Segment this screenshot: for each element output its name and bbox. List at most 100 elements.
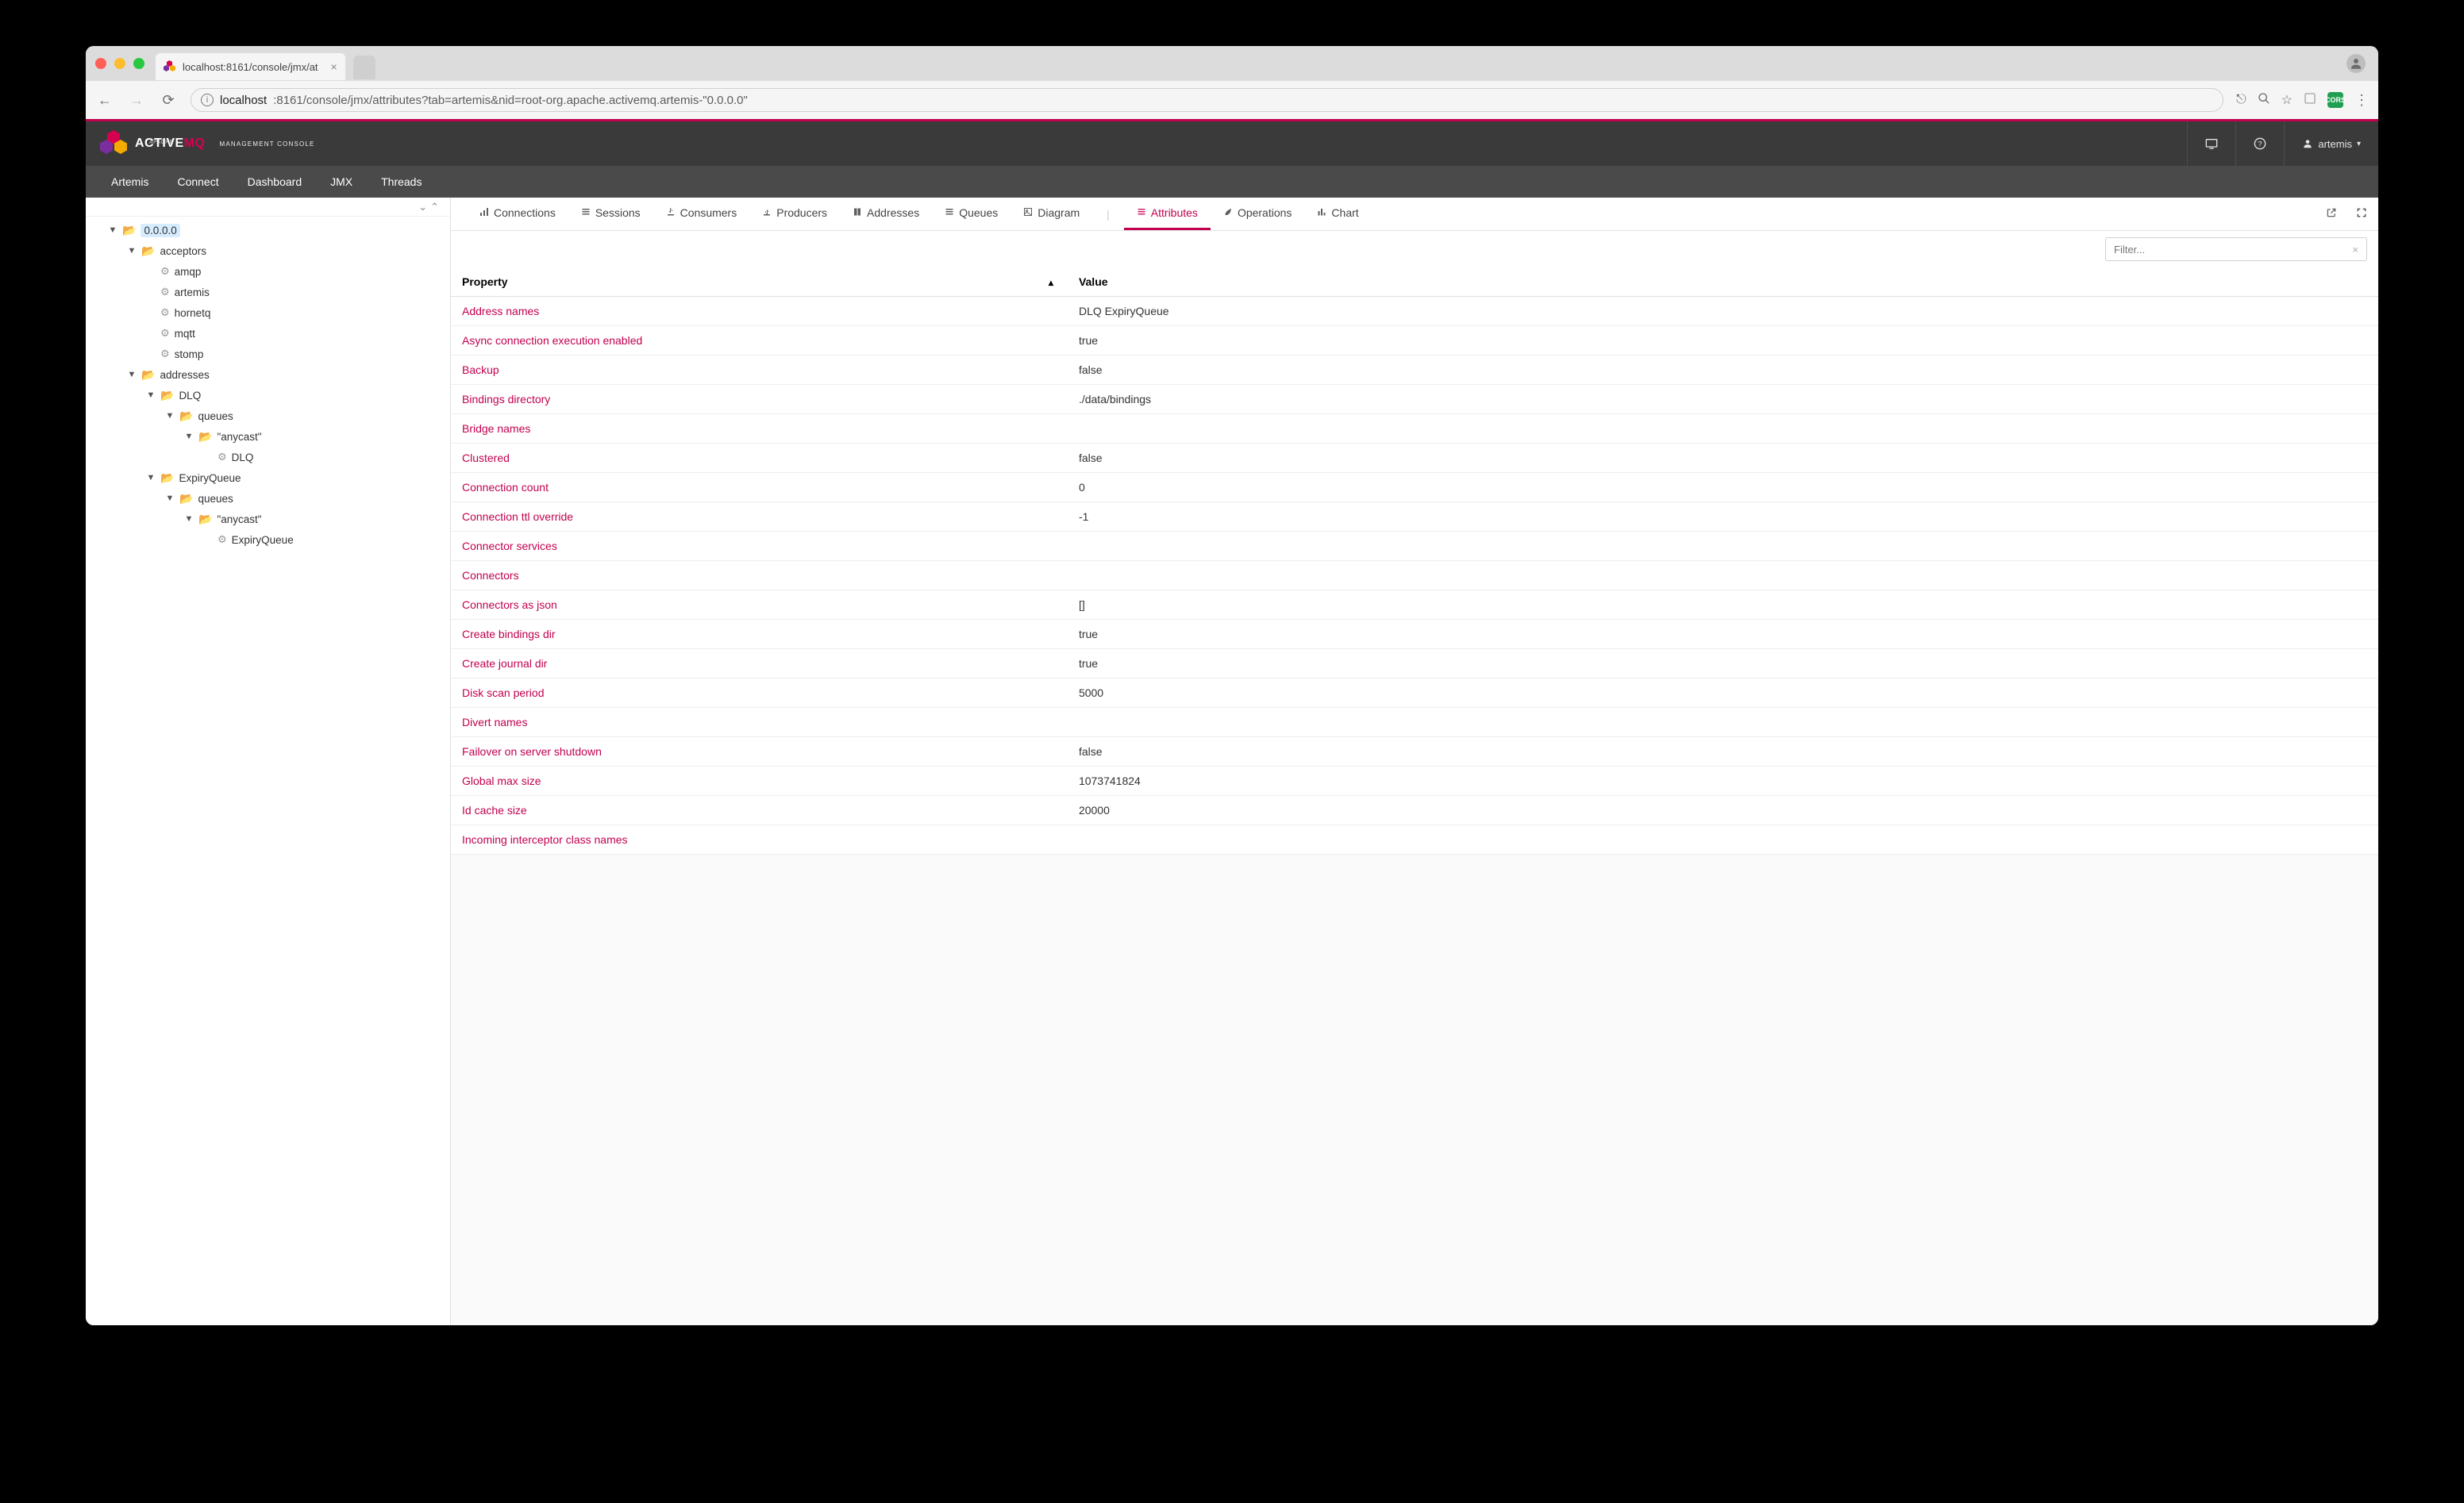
tree-leaf-amqp[interactable]: ⚙amqp <box>94 261 442 282</box>
nav-item-connect[interactable]: Connect <box>163 166 233 198</box>
nav-back-button[interactable]: ← <box>95 92 114 109</box>
tree-folder-queues[interactable]: 📂queues <box>94 406 442 426</box>
address-bar[interactable]: i localhost:8161/console/jmx/attributes?… <box>191 88 2223 112</box>
chevron-down-icon[interactable] <box>184 514 194 524</box>
window-close-button[interactable] <box>95 58 106 69</box>
chevron-down-icon[interactable] <box>146 473 156 482</box>
browser-menu-icon[interactable]: ⋮ <box>2354 92 2369 109</box>
browser-tab[interactable]: localhost:8161/console/jmx/at × <box>156 53 345 80</box>
tab-close-icon[interactable]: × <box>331 60 337 73</box>
fullscreen-icon[interactable] <box>2356 207 2367 221</box>
tree-leaf-artemis[interactable]: ⚙artemis <box>94 282 442 302</box>
property-link[interactable]: Connector services <box>462 540 557 552</box>
tab-connections[interactable]: Connections <box>467 198 568 230</box>
tab-attributes[interactable]: Attributes <box>1124 198 1211 230</box>
tree-leaf-hornetq[interactable]: ⚙hornetq <box>94 302 442 323</box>
tree-folder-expiryqueue[interactable]: 📂ExpiryQueue <box>94 467 442 488</box>
property-link[interactable]: Backup <box>462 363 499 376</box>
table-row: Create journal dirtrue <box>451 649 2378 678</box>
property-link[interactable]: Connectors <box>462 569 519 582</box>
chevron-down-icon[interactable] <box>146 390 156 400</box>
bookmark-star-icon[interactable]: ☆ <box>2281 92 2293 108</box>
tree-node-label: artemis <box>175 286 210 298</box>
property-link[interactable]: Bridge names <box>462 422 530 435</box>
reader-icon[interactable] <box>2304 92 2316 109</box>
search-icon[interactable] <box>2258 92 2270 109</box>
tab-operations[interactable]: Operations <box>1211 198 1304 230</box>
app-header: APACHE ACTIVEMQ MANAGEMENT CONSOLE ? art… <box>86 121 2378 166</box>
tree-folder-queues[interactable]: 📂queues <box>94 488 442 509</box>
tree-leaf-stomp[interactable]: ⚙stomp <box>94 344 442 364</box>
col-value-header[interactable]: Value <box>1068 267 2378 297</box>
site-info-icon[interactable]: i <box>201 94 214 106</box>
property-link[interactable]: Clustered <box>462 452 510 464</box>
nav-item-jmx[interactable]: JMX <box>316 166 367 198</box>
nav-item-artemis[interactable]: Artemis <box>97 166 163 198</box>
tab-label: Diagram <box>1038 206 1080 219</box>
app-logo[interactable]: APACHE ACTIVEMQ MANAGEMENT CONSOLE <box>100 130 315 157</box>
gear-icon: ⚙ <box>160 348 170 360</box>
tab-label: Sessions <box>595 206 641 219</box>
window-maximize-button[interactable] <box>133 58 144 69</box>
property-link[interactable]: Global max size <box>462 775 541 787</box>
property-link[interactable]: Connection ttl override <box>462 510 573 523</box>
tab-label: Operations <box>1238 206 1292 219</box>
property-link[interactable]: Create journal dir <box>462 657 547 670</box>
header-user-menu[interactable]: artemis ▾ <box>2284 121 2378 166</box>
table-row: Divert names <box>451 708 2378 737</box>
tab-producers[interactable]: Producers <box>749 198 840 230</box>
new-tab-button[interactable] <box>353 56 375 79</box>
property-link[interactable]: Failover on server shutdown <box>462 745 602 758</box>
chevron-down-icon[interactable] <box>165 411 175 421</box>
tree-collapse-icon[interactable]: ⌄ <box>418 201 427 213</box>
property-link[interactable]: Create bindings dir <box>462 628 556 640</box>
popout-icon[interactable] <box>2326 207 2337 221</box>
chevron-down-icon[interactable] <box>108 225 117 235</box>
tree-folder-addresses[interactable]: 📂addresses <box>94 364 442 385</box>
filter-input-wrapper: × <box>2105 237 2367 261</box>
tree-folder-acceptors[interactable]: 📂acceptors <box>94 240 442 261</box>
tab-diagram[interactable]: Diagram <box>1011 198 1092 230</box>
nav-forward-button[interactable]: → <box>127 92 146 109</box>
tree-leaf-dlq[interactable]: ⚙DLQ <box>94 447 442 467</box>
filter-input[interactable] <box>2106 244 2352 256</box>
tree-folder-0-0-0-0[interactable]: 📂0.0.0.0 <box>94 220 442 240</box>
property-link[interactable]: Address names <box>462 305 539 317</box>
property-link[interactable]: Disk scan period <box>462 686 545 699</box>
property-link[interactable]: Bindings directory <box>462 393 550 406</box>
property-link[interactable]: Async connection execution enabled <box>462 334 642 347</box>
property-link[interactable]: Connectors as json <box>462 598 557 611</box>
upload-icon <box>762 207 772 219</box>
tab-queues[interactable]: Queues <box>932 198 1011 230</box>
property-link[interactable]: Connection count <box>462 481 549 494</box>
tree-folder-dlq[interactable]: 📂DLQ <box>94 385 442 406</box>
chevron-down-icon[interactable] <box>127 246 137 256</box>
property-link[interactable]: Divert names <box>462 716 527 728</box>
tab-sessions[interactable]: Sessions <box>568 198 653 230</box>
tree-folder--anycast-[interactable]: 📂"anycast" <box>94 509 442 529</box>
header-terminal-icon[interactable] <box>2187 121 2235 166</box>
tree-leaf-mqtt[interactable]: ⚙mqtt <box>94 323 442 344</box>
offer-icon[interactable]: ⎋ <box>2236 93 2246 107</box>
chevron-down-icon[interactable] <box>184 432 194 441</box>
profile-icon[interactable] <box>2347 54 2366 73</box>
window-minimize-button[interactable] <box>114 58 125 69</box>
nav-item-dashboard[interactable]: Dashboard <box>233 166 317 198</box>
nav-item-threads[interactable]: Threads <box>367 166 436 198</box>
table-row: Connection ttl override-1 <box>451 502 2378 532</box>
chevron-down-icon[interactable] <box>165 494 175 503</box>
col-property-header[interactable]: Property ▴ <box>451 267 1068 297</box>
property-link[interactable]: Id cache size <box>462 804 527 817</box>
header-help-icon[interactable]: ? <box>2235 121 2284 166</box>
tree-folder--anycast-[interactable]: 📂"anycast" <box>94 426 442 447</box>
chevron-down-icon[interactable] <box>127 370 137 379</box>
extension-badge[interactable]: CORS <box>2327 92 2343 108</box>
tab-chart[interactable]: Chart <box>1304 198 1371 230</box>
filter-clear-icon[interactable]: × <box>2352 244 2358 256</box>
nav-reload-button[interactable]: ⟳ <box>159 92 178 109</box>
tree-expand-icon[interactable]: ⌃ <box>430 201 439 213</box>
tab-addresses[interactable]: Addresses <box>840 198 932 230</box>
property-link[interactable]: Incoming interceptor class names <box>462 833 628 846</box>
tab-consumers[interactable]: Consumers <box>653 198 750 230</box>
tree-leaf-expiryqueue[interactable]: ⚙ExpiryQueue <box>94 529 442 550</box>
